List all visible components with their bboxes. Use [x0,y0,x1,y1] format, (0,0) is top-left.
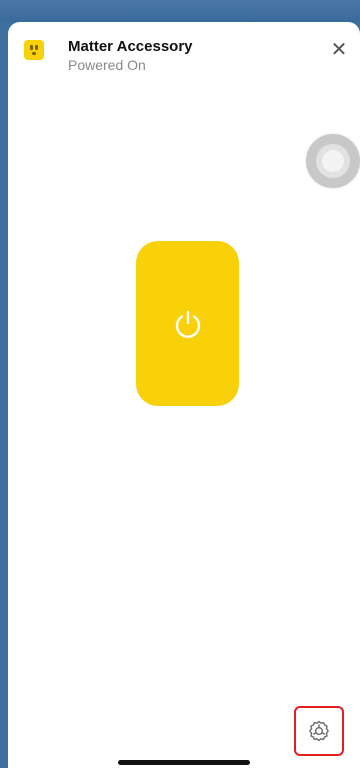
settings-button[interactable] [301,713,337,749]
sheet-header: Matter Accessory Powered On ✕ [8,36,360,80]
power-icon [175,310,200,338]
home-indicator[interactable] [118,760,250,765]
power-toggle-button[interactable] [136,241,239,406]
outlet-slot-right [35,45,38,50]
outlet-slot-left [30,45,33,50]
close-button[interactable]: ✕ [326,36,352,62]
assistive-touch-core [322,150,344,172]
accessory-name: Matter Accessory [68,38,193,55]
accessory-control-sheet: Matter Accessory Powered On ✕ [8,22,360,768]
close-icon: ✕ [330,38,348,61]
outlet-ground [32,52,36,55]
outlet-icon [24,40,44,60]
accessory-status: Powered On [68,57,146,73]
background-backdrop [0,0,360,22]
gear-icon [309,720,329,742]
assistive-touch-button[interactable] [306,134,360,188]
